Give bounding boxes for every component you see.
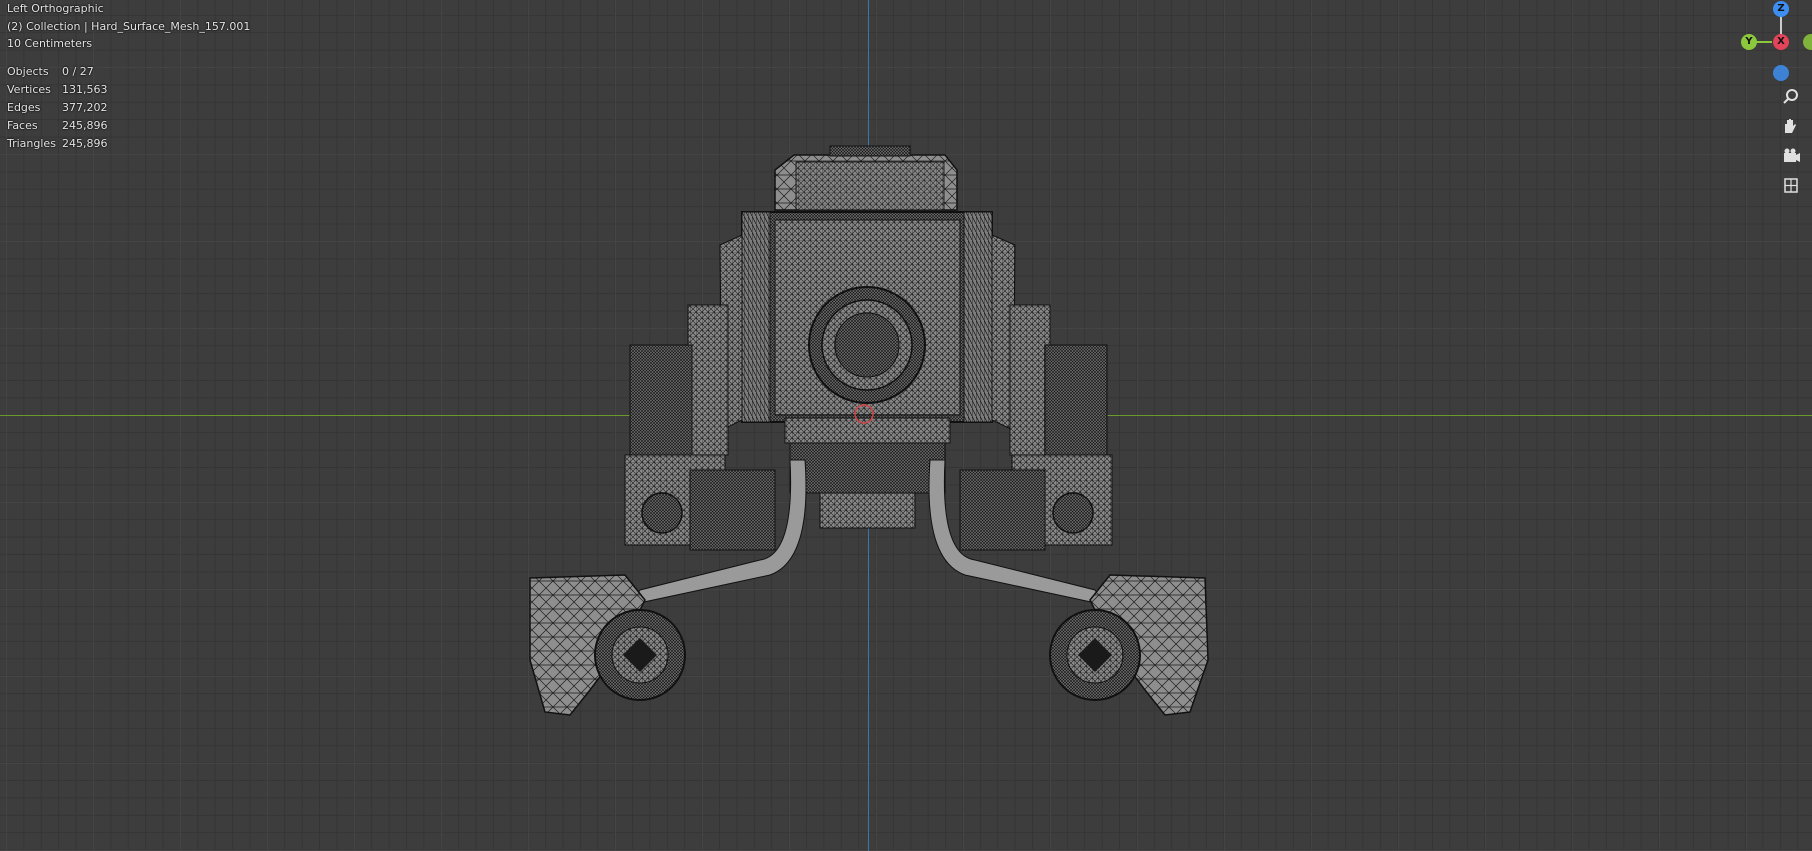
stat-row-vertices: Vertices 131,563 [7,81,108,99]
navigation-gizmo[interactable]: Z Y X [1735,0,1812,85]
stat-label: Vertices [7,83,51,96]
gizmo-y-line [1756,41,1772,43]
mesh-body [719,211,1016,431]
stat-value: 131,563 [62,83,108,96]
collection-line: (2) Collection | Hard_Surface_Mesh_157.0… [7,19,251,33]
stat-value: 377,202 [62,101,108,114]
stat-value: 245,896 [62,119,108,132]
gizmo-x-axis[interactable]: X [1773,34,1789,50]
stat-row-edges: Edges 377,202 [7,99,108,117]
stat-label: Faces [7,119,38,132]
view-name: Left Orthographic [7,2,104,15]
stat-value: 245,896 [62,137,108,150]
stat-row-faces: Faces 245,896 [7,117,108,135]
stat-label: Triangles [7,137,56,150]
mesh-lower-core [784,404,951,529]
zoom-icon[interactable] [1775,84,1805,108]
wireframe-mesh[interactable] [0,0,1812,851]
gizmo-neg-y-axis[interactable] [1803,34,1812,50]
3d-viewport[interactable] [0,0,1812,851]
stat-row-objects: Objects 0 / 27 [7,63,108,81]
gizmo-z-axis[interactable]: Z [1773,1,1789,17]
camera-icon[interactable] [1775,144,1805,168]
gizmo-y-axis[interactable]: Y [1741,34,1757,50]
gizmo-z-line [1780,16,1782,34]
grid-scale: 10 Centimeters [7,37,93,50]
stat-label: Objects [7,65,49,78]
grid-toggle-icon[interactable] [1775,174,1805,198]
gizmo-neg-z-axis[interactable] [1773,65,1789,81]
scene-statistics: Objects 0 / 27 Vertices 131,563 Edges 37… [7,63,108,153]
viewport-info: Left Orthographic (2) Collection | Hard_… [7,0,250,53]
mesh-top-cap [774,145,958,211]
stat-row-triangles: Triangles 245,896 [7,135,108,153]
hand-pan-icon[interactable] [1775,114,1805,138]
stat-label: Edges [7,101,41,114]
stat-value: 0 / 27 [62,65,94,78]
